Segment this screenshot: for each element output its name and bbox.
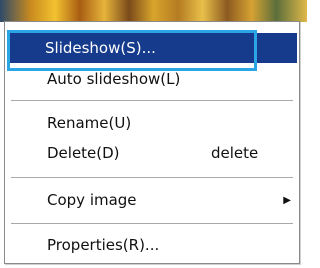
menu-item-label: Auto slideshow(L) [47,70,181,88]
menu-item-auto-slideshow[interactable]: Auto slideshow(L) [7,64,297,94]
menu-item-delete[interactable]: Delete(D) delete [7,138,297,168]
menu-item-label: Delete(D) [47,144,120,162]
menu-item-label: Slideshow(S)... [45,39,156,57]
menu-separator [11,100,293,102]
menu-separator [11,223,293,225]
menu-item-properties[interactable]: Properties(R)... [7,230,297,260]
context-menu: Slideshow(S)... Auto slideshow(L) Rename… [4,21,300,264]
menu-item-rename[interactable]: Rename(U) [7,108,297,138]
menu-item-label: Rename(U) [47,114,132,132]
menu-item-copy-image[interactable]: Copy image ▶ [7,185,297,215]
menu-item-label: Properties(R)... [47,236,160,254]
menu-item-shortcut: delete [211,144,259,162]
photo-thumbnail-strip [0,0,307,22]
menu-item-label: Copy image [47,191,137,209]
menu-separator [11,177,293,179]
menu-item-slideshow[interactable]: Slideshow(S)... [7,33,297,63]
submenu-arrow-icon: ▶ [283,194,291,206]
